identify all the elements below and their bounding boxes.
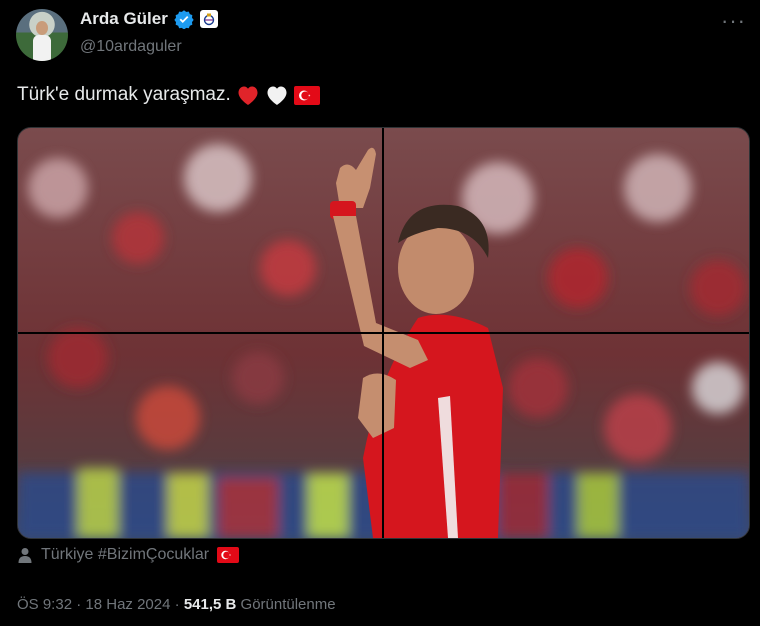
more-options-icon[interactable]: ··· — [721, 8, 746, 34]
avatar-head — [36, 21, 48, 35]
grid-line-horizontal — [18, 332, 749, 334]
turkey-flag-icon — [293, 85, 320, 105]
avatar[interactable] — [16, 9, 68, 61]
person-icon — [18, 548, 32, 563]
red-heart-icon — [238, 86, 258, 105]
display-name[interactable]: Arda Güler — [80, 9, 168, 29]
tweet-time[interactable]: ÖS 9:32 — [17, 596, 72, 613]
meta-separator: · — [72, 596, 86, 613]
location-row: Türkiye #BizimÇocuklar — [17, 546, 240, 564]
views-count: 541,5 B — [183, 596, 237, 613]
tweet-meta: ÖS 9:32 · 18 Haz 2024 · 541,5 B Görüntül… — [17, 596, 336, 613]
white-heart-icon — [267, 86, 287, 105]
tweet-text-content: Türk'e durmak yaraşmaz. — [17, 84, 231, 105]
tweet-photo[interactable] — [17, 127, 750, 539]
avatar-body — [33, 35, 51, 61]
affiliation-badge-icon[interactable] — [199, 10, 218, 28]
tweet-date[interactable]: 18 Haz 2024 — [85, 596, 170, 613]
views-label: Görüntülenme — [236, 596, 336, 613]
verified-badge-icon[interactable] — [174, 9, 194, 29]
meta-separator: · — [170, 596, 184, 613]
author-name-row: Arda Güler — [80, 9, 218, 29]
location-text[interactable]: Türkiye #BizimÇocuklar — [41, 546, 209, 564]
turkey-flag-icon — [217, 547, 240, 563]
author-handle[interactable]: @10ardaguler — [80, 38, 182, 56]
tweet-text: Türk'e durmak yaraşmaz. — [17, 84, 320, 106]
